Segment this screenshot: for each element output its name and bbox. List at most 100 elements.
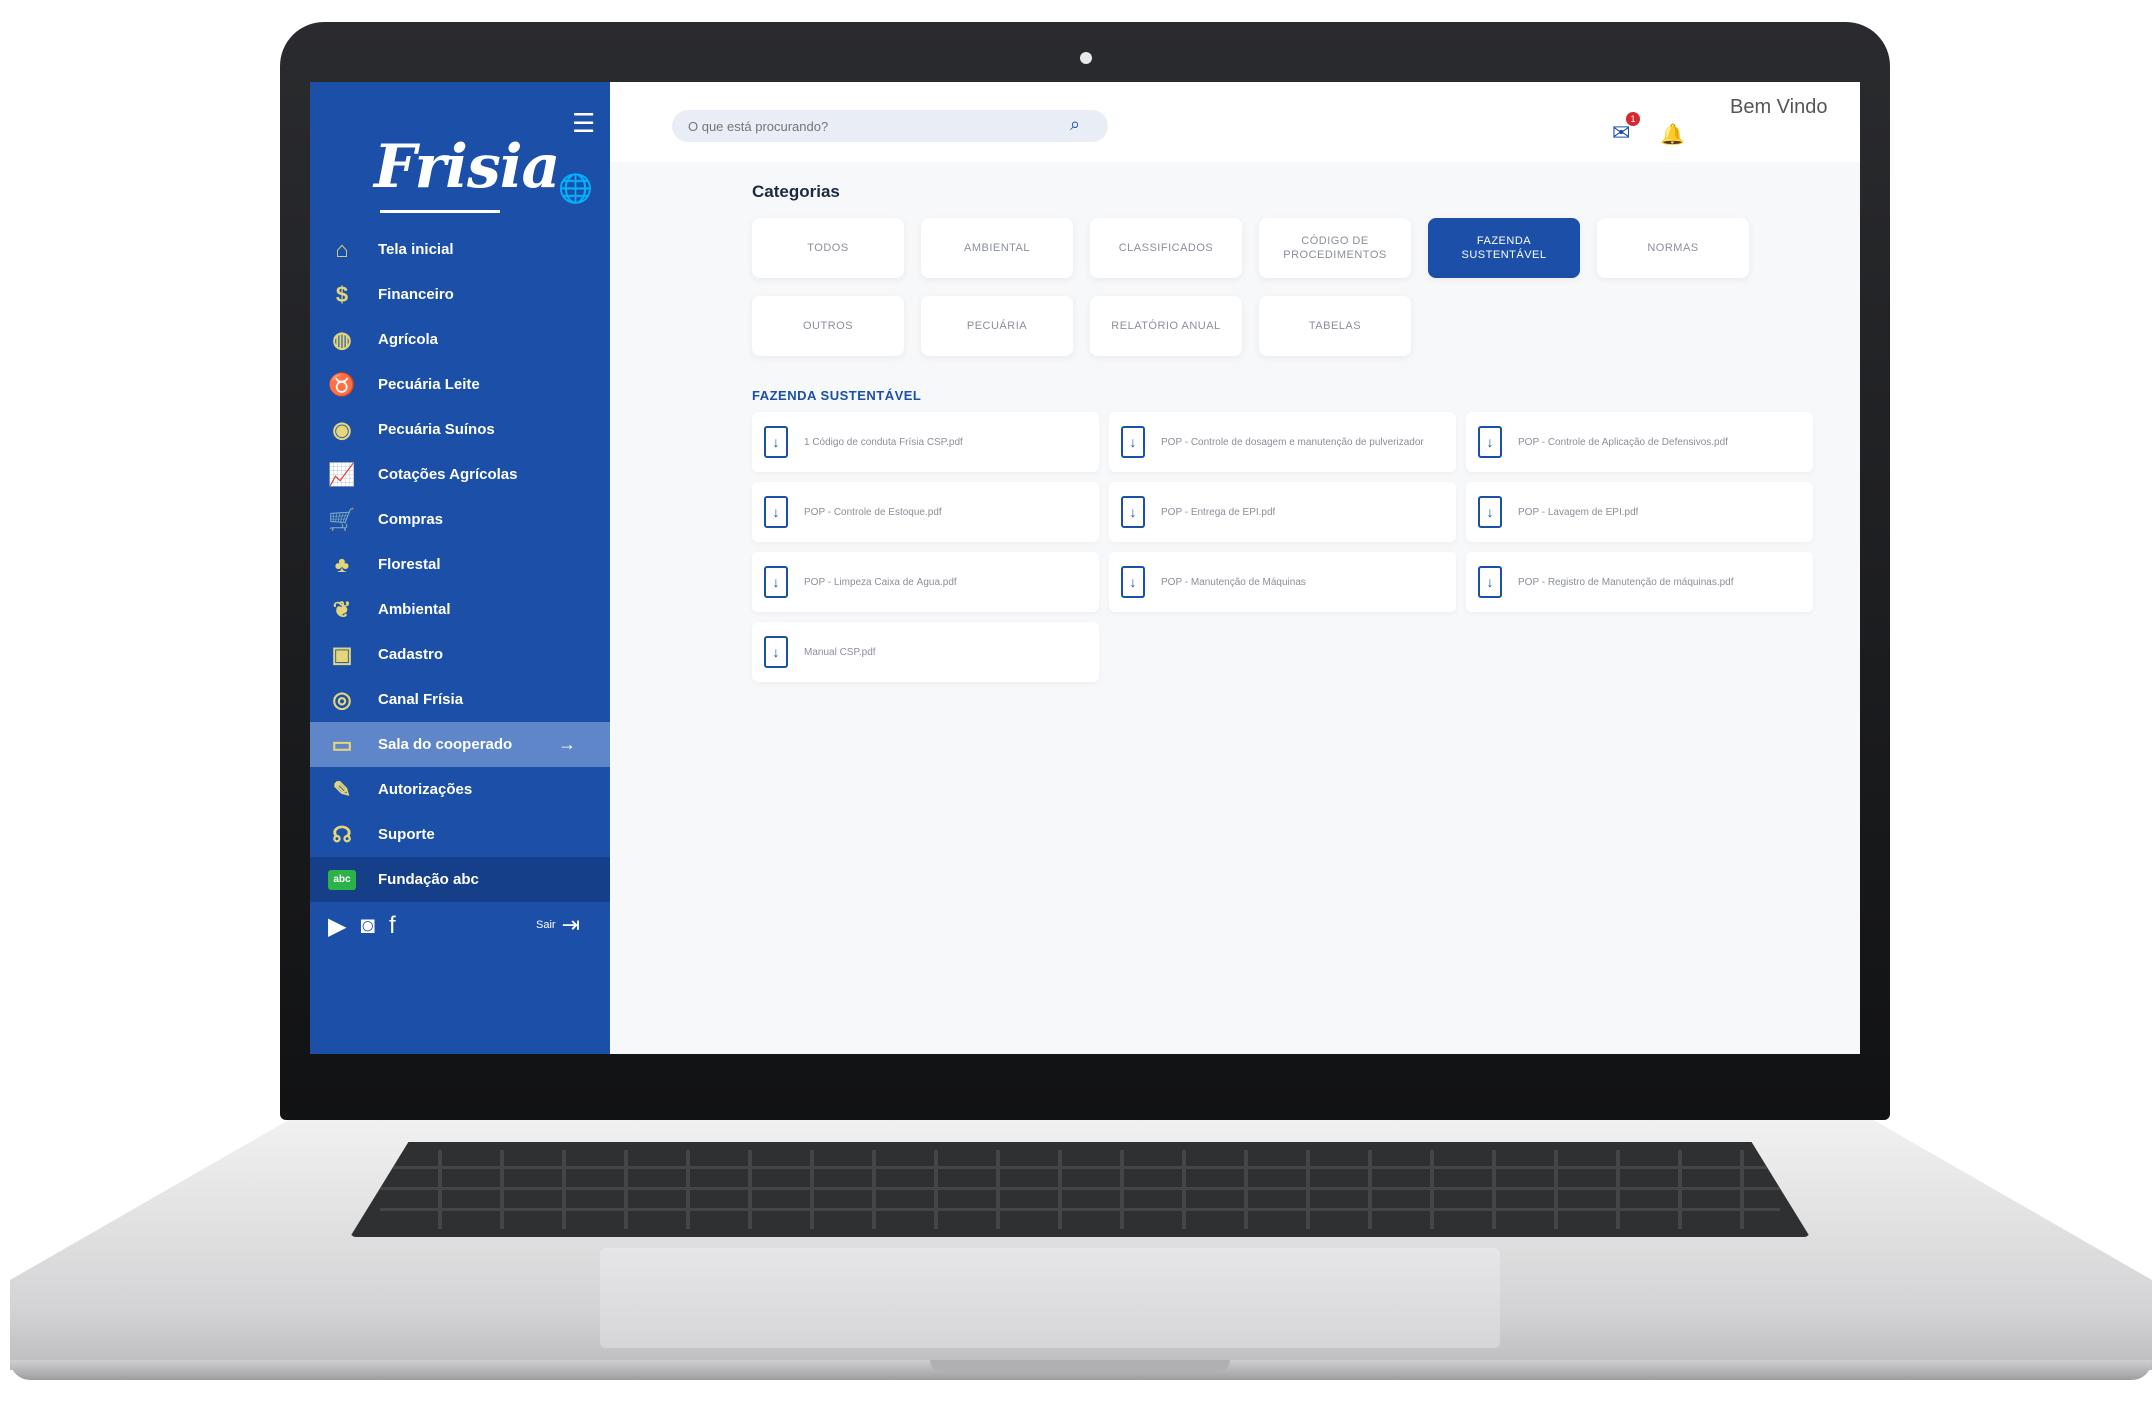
sidebar-item-label: Canal Frísia — [378, 691, 464, 708]
pdf-download-icon: ↓ — [764, 566, 788, 598]
sidebar-item-pecuaria-suinos[interactable]: ◉ Pecuária Suínos — [310, 407, 610, 452]
search-icon[interactable]: ⌕ — [1070, 114, 1080, 135]
pdf-download-icon: ↓ — [1121, 496, 1145, 528]
file-name: 1 Código de conduta Frísia CSP.pdf — [804, 436, 963, 448]
category-relatorio-anual[interactable]: RELATÓRIO ANUAL — [1090, 296, 1242, 356]
file-list: ↓ 1 Código de conduta Frísia CSP.pdf ↓ POP… — [752, 412, 1813, 682]
logout-icon: ⇥ — [561, 912, 580, 937]
categories-title: Categorias — [752, 182, 840, 201]
leaf-icon: ❦ — [332, 596, 352, 622]
sidebar-item-fundacao-abc[interactable]: abc Fundação abc — [310, 857, 610, 902]
camera-dot — [1080, 52, 1092, 64]
sidebar-item-label: Tela inicial — [378, 241, 454, 258]
pen-icon: ✎ — [332, 776, 352, 802]
sidebar-item-label: Fundação abc — [378, 871, 479, 888]
language-globe-icon[interactable]: 🌐 — [558, 172, 593, 205]
category-normas[interactable]: NORMAS — [1597, 218, 1749, 278]
sidebar-item-label: Pecuária Suínos — [378, 421, 495, 438]
file-item[interactable]: ↓ POP - Controle de Aplicação de Defensiv… — [1466, 412, 1813, 472]
file-item[interactable]: ↓ POP - Entrega de EPI.pdf — [1109, 482, 1456, 542]
sidebar-item-tela-inicial[interactable]: ⌂ Tela inicial — [310, 227, 610, 272]
file-item[interactable]: ↓ POP - Limpeza Caixa de Água.pdf — [752, 552, 1099, 612]
sidebar-item-compras[interactable]: 🛒 Compras — [310, 497, 610, 542]
file-item[interactable]: ↓ POP - Controle de dosagem e manutenção … — [1109, 412, 1456, 472]
category-fazenda-sustentavel[interactable]: FAZENDA SUSTENTÁVEL — [1428, 218, 1580, 278]
instagram-icon[interactable]: ◙ — [360, 912, 375, 941]
pdf-download-icon: ↓ — [764, 496, 788, 528]
pdf-download-icon: ↓ — [1121, 426, 1145, 458]
facebook-icon[interactable]: f — [389, 912, 396, 941]
id-card-icon: ▣ — [331, 641, 353, 667]
file-name: POP - Lavagem de EPI.pdf — [1518, 506, 1639, 518]
sidebar: ☰ Frisia 🌐 ⌂ Tela inicial $ Financeiro ◍… — [310, 82, 610, 1054]
keyboard-keys — [380, 1150, 1780, 1229]
globe-icon: ◍ — [332, 326, 352, 352]
category-ambiental[interactable]: AMBIENTAL — [921, 218, 1073, 278]
category-todos[interactable]: TODOS — [752, 218, 904, 278]
sidebar-item-label: Financeiro — [378, 286, 454, 303]
bell-icon[interactable]: 🔔 — [1660, 122, 1685, 147]
category-tabelas[interactable]: TABELAS — [1259, 296, 1411, 356]
sidebar-item-autorizacoes[interactable]: ✎ Autorizações — [310, 767, 610, 812]
sidebar-item-cotacoes[interactable]: 📈 Cotações Agrícolas — [310, 452, 610, 497]
youtube-icon[interactable]: ▶ — [328, 912, 346, 941]
sidebar-item-sala-do-cooperado[interactable]: ▭ Sala do cooperado → — [310, 722, 610, 767]
category-grid: TODOS AMBIENTAL CLASSIFICADOS CÓDIGO DE … — [752, 218, 1752, 356]
sidebar-item-label: Agrícola — [378, 331, 439, 348]
file-item[interactable]: ↓ Manual CSP.pdf — [752, 622, 1099, 682]
file-item[interactable]: ↓ POP - Controle de Estoque.pdf — [752, 482, 1099, 542]
category-classificados[interactable]: CLASSIFICADOS — [1090, 218, 1242, 278]
pig-icon: ◉ — [332, 416, 352, 442]
category-outros[interactable]: OUTROS — [752, 296, 904, 356]
sidebar-item-agricola[interactable]: ◍ Agrícola — [310, 317, 610, 362]
topbar: ⌕ ✉ 1 🔔 Bem Vindo — [610, 82, 1860, 162]
sidebar-item-label: Autorizações — [378, 781, 473, 798]
logout-label: Sair — [536, 919, 556, 931]
pdf-download-icon: ↓ — [1478, 496, 1502, 528]
sidebar-item-suporte[interactable]: ☊ Suporte — [310, 812, 610, 857]
logout-button[interactable]: Sair ⇥ — [536, 912, 580, 938]
pdf-download-icon: ↓ — [1478, 566, 1502, 598]
fundacao-abc-logo: abc — [328, 869, 356, 890]
dollar-icon: $ — [335, 281, 349, 307]
file-item[interactable]: ↓ POP - Registro de Manutenção de máquina… — [1466, 552, 1813, 612]
sidebar-item-label: Florestal — [378, 556, 441, 573]
pdf-download-icon: ↓ — [1478, 426, 1502, 458]
file-item[interactable]: ↓ POP - Lavagem de EPI.pdf — [1466, 482, 1813, 542]
sidebar-item-pecuaria-leite[interactable]: ♉ Pecuária Leite — [310, 362, 610, 407]
category-pecuaria[interactable]: PECUÁRIA — [921, 296, 1073, 356]
cow-icon: ♉ — [328, 371, 356, 397]
pdf-download-icon: ↓ — [764, 426, 788, 458]
section-title: FAZENDA SUSTENTÁVEL — [752, 388, 922, 403]
sidebar-item-florestal[interactable]: ♣ Florestal — [310, 542, 610, 587]
home-icon: ⌂ — [335, 236, 349, 262]
sidebar-item-label: Cadastro — [378, 646, 444, 663]
sidebar-item-financeiro[interactable]: $ Financeiro — [310, 272, 610, 317]
file-item[interactable]: ↓ 1 Código de conduta Frísia CSP.pdf — [752, 412, 1099, 472]
tree-icon: ♣ — [334, 551, 350, 577]
broadcast-icon: ◎ — [332, 686, 352, 712]
sidebar-item-canal-frisia[interactable]: ◎ Canal Frísia — [310, 677, 610, 722]
pdf-download-icon: ↓ — [1121, 566, 1145, 598]
sidebar-item-label: Cotações Agrícolas — [378, 466, 518, 483]
notification-badge: 1 — [1626, 112, 1640, 126]
file-name: POP - Controle de Estoque.pdf — [804, 506, 942, 518]
sidebar-item-ambiental[interactable]: ❦ Ambiental — [310, 587, 610, 632]
search-input[interactable] — [672, 110, 1108, 142]
app-screen: ☰ Frisia 🌐 ⌂ Tela inicial $ Financeiro ◍… — [310, 82, 1860, 1054]
folder-icon: ▭ — [331, 731, 353, 757]
file-name: POP - Limpeza Caixa de Água.pdf — [804, 576, 957, 588]
support-icon: ☊ — [332, 821, 352, 847]
keyboard — [350, 1142, 1810, 1237]
file-name: POP - Controle de dosagem e manutenção d… — [1161, 436, 1424, 448]
sidebar-item-cadastro[interactable]: ▣ Cadastro — [310, 632, 610, 677]
category-codigo-procedimentos[interactable]: CÓDIGO DE PROCEDIMENTOS — [1259, 218, 1411, 278]
sidebar-item-label: Suporte — [378, 826, 435, 843]
file-name: POP - Entrega de EPI.pdf — [1161, 506, 1276, 518]
brand-logo: Frisia — [374, 132, 560, 202]
menu-toggle-icon[interactable]: ☰ — [572, 108, 595, 139]
welcome-text: Bem Vindo — [1730, 96, 1828, 118]
file-name: POP - Controle de Aplicação de Defensivo… — [1518, 436, 1728, 448]
social-links: ▶ ◙ f — [328, 912, 396, 941]
file-item[interactable]: ↓ POP - Manutenção de Máquinas — [1109, 552, 1456, 612]
